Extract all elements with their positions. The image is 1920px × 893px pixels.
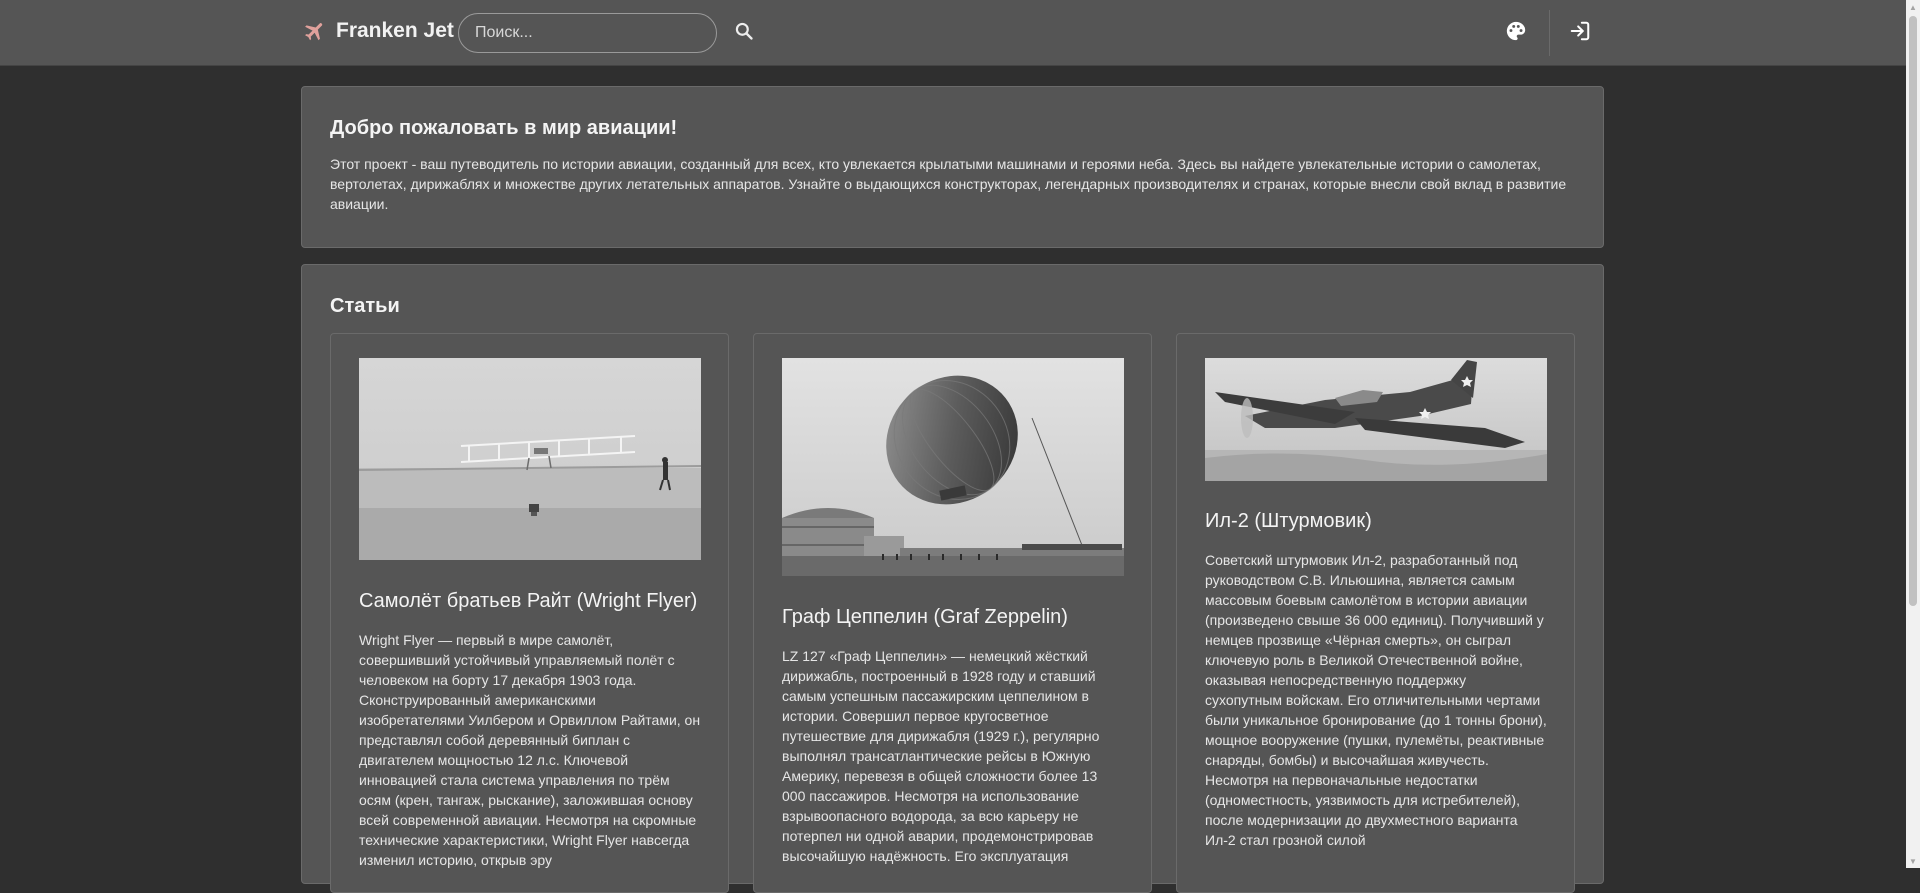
- article-title-graf-zeppelin[interactable]: Граф Цеппелин (Graf Zeppelin): [782, 606, 1124, 629]
- search-input[interactable]: [458, 13, 717, 53]
- scrollbar-thumb[interactable]: [1909, 16, 1917, 606]
- welcome-title: Добро пожаловать в мир авиации!: [330, 117, 678, 139]
- article-card-wright-flyer[interactable]: Самолёт братьев Райт (Wright Flyer) Wrig…: [330, 333, 729, 893]
- brand-link[interactable]: Franken Jet: [302, 18, 454, 44]
- article-text-wright-flyer: Wright Flyer — первый в мире самолёт, со…: [359, 632, 701, 868]
- article-card-graf-zeppelin[interactable]: Граф Цеппелин (Graf Zeppelin) LZ 127 «Гр…: [753, 333, 1152, 893]
- welcome-text: Этот проект - ваш путеводитель по истори…: [330, 156, 1567, 212]
- theme-toggle-button[interactable]: [1503, 20, 1529, 46]
- page-scrollbar[interactable]: ▲ ▼: [1906, 0, 1920, 868]
- airplane-icon: [302, 18, 328, 44]
- articles-panel: Статьи Самолёт братьев Райт (Wright Flye…: [301, 264, 1604, 893]
- article-image-il-2[interactable]: [1205, 358, 1547, 481]
- article-title-wright-flyer[interactable]: Самолёт братьев Райт (Wright Flyer): [359, 590, 701, 613]
- article-image-wright-flyer[interactable]: [359, 358, 701, 560]
- login-icon: [1569, 20, 1591, 47]
- scroll-up-arrow-icon[interactable]: ▲: [1906, 0, 1920, 14]
- brand-name: Franken Jet: [336, 19, 454, 42]
- article-card-il-2[interactable]: Ил-2 (Штурмовик) Советский штурмовик Ил-…: [1176, 333, 1575, 893]
- article-title-il-2[interactable]: Ил-2 (Штурмовик): [1205, 510, 1547, 533]
- article-image-graf-zeppelin[interactable]: [782, 358, 1124, 576]
- search-button[interactable]: [731, 20, 757, 46]
- search-icon: [734, 21, 754, 46]
- top-navbar: Franken Jet: [0, 0, 1906, 66]
- scroll-down-arrow-icon[interactable]: ▼: [1906, 854, 1920, 868]
- articles-title: Статьи: [330, 295, 400, 317]
- article-text-graf-zeppelin: LZ 127 «Граф Цеппелин» — немецкий жёстки…: [782, 648, 1100, 864]
- login-button[interactable]: [1567, 20, 1593, 46]
- palette-icon: [1505, 20, 1527, 47]
- welcome-panel: Добро пожаловать в мир авиации! Этот про…: [301, 86, 1604, 248]
- article-text-il-2: Советский штурмовик Ил-2, разработанный …: [1205, 552, 1547, 848]
- header-divider: [1549, 10, 1550, 56]
